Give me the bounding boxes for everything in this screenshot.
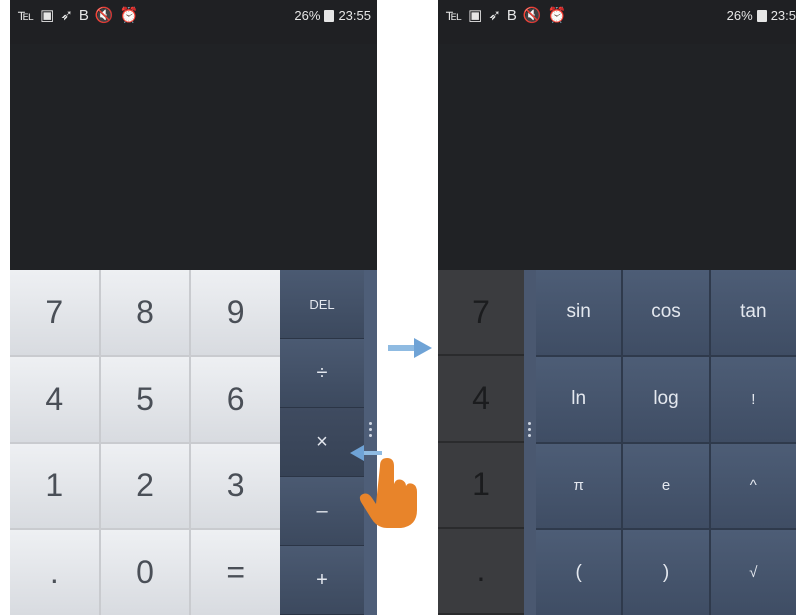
clock: 23:5: [770, 8, 796, 23]
key-decimal-dimmed: .: [438, 528, 524, 615]
close-paren-button[interactable]: ): [623, 530, 709, 615]
status-icons: ℡ ▣ ➶ B 🔇 ⏰: [446, 6, 569, 25]
key-2[interactable]: 2: [100, 443, 190, 529]
status-icons: ℡ ▣ ➶ B 🔇 ⏰: [18, 6, 141, 25]
notification-icon: ▣: [468, 7, 485, 24]
key-0[interactable]: 0: [100, 530, 190, 615]
drawer-handle[interactable]: [524, 270, 536, 615]
key-3[interactable]: 3: [191, 443, 280, 529]
key-7[interactable]: 7: [10, 270, 99, 355]
calculator-screen-scientific: ℡ ▣ ➶ B 🔇 ⏰ 26% 23:5 7 4 1 . sin cos tan…: [438, 0, 796, 615]
mute-icon: 🔇: [522, 7, 544, 24]
battery-icon: [324, 9, 335, 22]
alarm-icon: ⏰: [547, 7, 569, 24]
sin-button[interactable]: sin: [536, 270, 622, 355]
battery-percent: 26%: [726, 8, 753, 23]
open-paren-button[interactable]: (: [536, 530, 622, 615]
log-button[interactable]: log: [623, 356, 709, 442]
clock: 23:55: [338, 8, 371, 23]
pi-button[interactable]: π: [536, 443, 622, 529]
status-bar: ℡ ▣ ➶ B 🔇 ⏰ 26% 23:5: [438, 0, 796, 44]
swipe-gesture-hand-icon: [350, 445, 417, 528]
alarm-icon: ⏰: [119, 7, 141, 24]
transition-arrow-icon: [388, 338, 432, 358]
delete-button[interactable]: DEL: [280, 270, 364, 339]
key-decimal[interactable]: .: [10, 530, 99, 615]
missed-call-icon: ℡: [18, 7, 37, 24]
divide-button[interactable]: ÷: [280, 339, 364, 408]
key-8[interactable]: 8: [100, 270, 190, 355]
cos-button[interactable]: cos: [623, 270, 709, 355]
ln-button[interactable]: ln: [536, 356, 622, 442]
key-5[interactable]: 5: [100, 356, 190, 442]
b-icon: B: [506, 6, 519, 24]
key-9[interactable]: 9: [191, 270, 280, 355]
missed-call-icon: ℡: [446, 7, 465, 24]
key-equals[interactable]: =: [191, 530, 280, 615]
dimmed-basic-keys: 7 4 1 .: [438, 270, 524, 615]
calculator-screen-basic: ℡ ▣ ➶ B 🔇 ⏰ 26% 23:55 7 8 9 4 5 6 1 2 3 …: [10, 0, 377, 615]
power-button[interactable]: ^: [710, 443, 796, 529]
mute-icon: 🔇: [94, 7, 116, 24]
scientific-keypad: sin cos tan ln log ! π e ^ ( ) √: [536, 270, 796, 615]
calculator-display: [10, 44, 377, 270]
plus-button[interactable]: +: [280, 546, 364, 615]
key-1-dimmed: 1: [438, 442, 524, 529]
key-4-dimmed: 4: [438, 356, 524, 443]
battery-percent: 26%: [294, 8, 321, 23]
tan-button[interactable]: tan: [710, 270, 796, 355]
key-4[interactable]: 4: [10, 356, 99, 442]
key-6[interactable]: 6: [191, 356, 280, 442]
sqrt-button[interactable]: √: [710, 530, 796, 615]
notification-icon: ▣: [40, 7, 57, 24]
location-icon: ➶: [488, 7, 503, 24]
key-7-dimmed: 7: [438, 270, 524, 357]
e-button[interactable]: e: [623, 443, 709, 529]
b-icon: B: [78, 6, 91, 24]
status-bar: ℡ ▣ ➶ B 🔇 ⏰ 26% 23:55: [10, 0, 377, 44]
key-1[interactable]: 1: [10, 443, 99, 529]
basic-keypad: 7 8 9 4 5 6 1 2 3 . 0 =: [10, 270, 280, 615]
calculator-display: [438, 44, 796, 270]
battery-icon: [756, 9, 767, 22]
location-icon: ➶: [60, 7, 75, 24]
factorial-button[interactable]: !: [710, 356, 796, 442]
